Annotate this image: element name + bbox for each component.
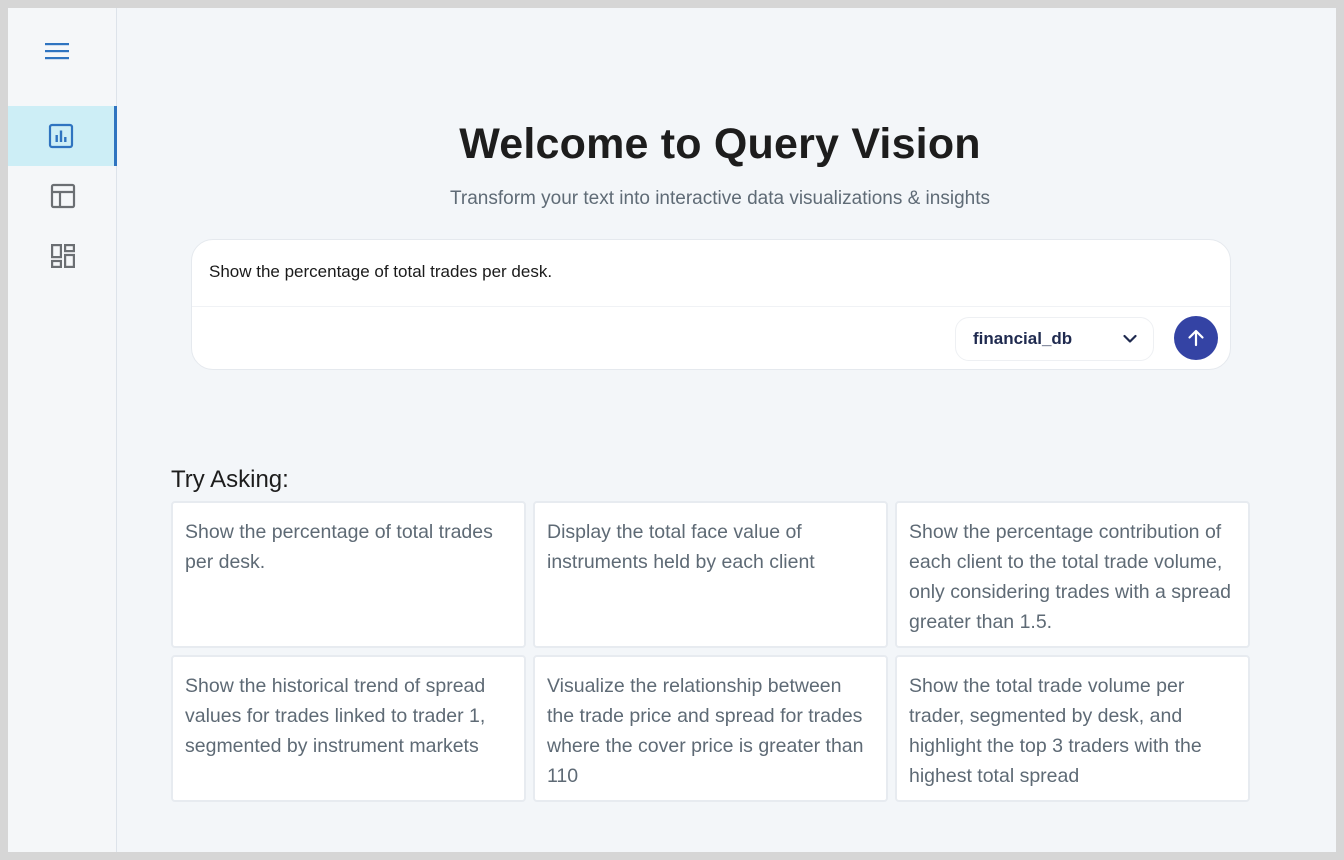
suggestions-heading: Try Asking: xyxy=(171,466,289,493)
query-input[interactable]: Show the percentage of total trades per … xyxy=(209,262,1209,282)
query-box: Show the percentage of total trades per … xyxy=(191,239,1231,370)
send-button[interactable] xyxy=(1174,316,1218,360)
suggestion-card[interactable]: Visualize the relationship between the t… xyxy=(533,655,888,802)
database-select[interactable]: financial_db xyxy=(955,317,1154,361)
chevron-down-icon xyxy=(1123,334,1137,343)
hamburger-menu-icon xyxy=(45,43,69,60)
divider xyxy=(192,306,1230,307)
sidebar-item-tables[interactable] xyxy=(8,166,117,226)
suggestion-card[interactable]: Show the historical trend of spread valu… xyxy=(171,655,526,802)
sidebar xyxy=(8,8,117,852)
arrow-up-icon xyxy=(1188,329,1204,347)
suggestion-card[interactable]: Show the total trade volume per trader, … xyxy=(895,655,1250,802)
main-content: Welcome to Query Vision Transform your t… xyxy=(117,8,1336,852)
menu-button[interactable] xyxy=(41,37,73,65)
suggestion-card[interactable]: Show the percentage of total trades per … xyxy=(171,501,526,648)
suggestion-card[interactable]: Show the percentage contribution of each… xyxy=(895,501,1250,648)
page-subtitle: Transform your text into interactive dat… xyxy=(450,188,990,209)
sidebar-item-dashboard[interactable] xyxy=(8,226,117,286)
suggestion-card[interactable]: Display the total face value of instrume… xyxy=(533,501,888,648)
page-title: Welcome to Query Vision xyxy=(459,120,981,168)
app-window: Welcome to Query Vision Transform your t… xyxy=(8,8,1336,852)
suggestions-grid: Show the percentage of total trades per … xyxy=(171,501,1250,802)
sidebar-item-charts[interactable] xyxy=(8,106,117,166)
bar-chart-icon xyxy=(48,123,74,149)
table-icon xyxy=(50,183,75,209)
database-select-value: financial_db xyxy=(973,329,1073,348)
dashboard-icon xyxy=(50,243,75,269)
